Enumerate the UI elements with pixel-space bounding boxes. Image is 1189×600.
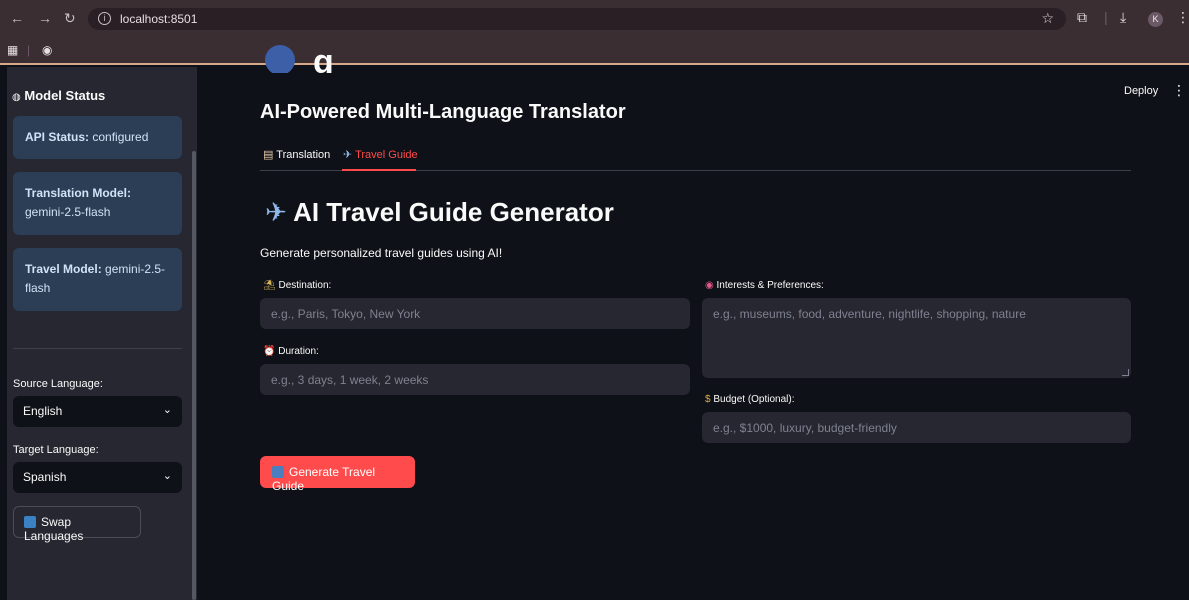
app-title-fragment: g bbox=[313, 45, 334, 73]
site-info-icon[interactable]: i bbox=[98, 12, 111, 25]
interests-placeholder: e.g., museums, food, adventure, nightlif… bbox=[713, 307, 1026, 321]
destination-input[interactable]: e.g., Paris, Tokyo, New York bbox=[260, 298, 690, 329]
app-subtitle: AI-Powered Multi-Language Translator bbox=[260, 101, 626, 123]
address-url: localhost:8501 bbox=[120, 12, 198, 26]
globe-logo-icon bbox=[265, 45, 295, 73]
island-icon: ⛱ bbox=[263, 280, 276, 291]
forward-icon[interactable]: → bbox=[38, 10, 52, 26]
generate-travel-guide-button[interactable]: Generate Travel Guide bbox=[260, 456, 415, 493]
money-bag-icon: $ bbox=[705, 394, 711, 405]
budget-label-row: $ Budget (Optional): bbox=[705, 394, 795, 405]
target-language-label: Target Language: bbox=[13, 444, 99, 456]
reload-icon[interactable]: ↻ bbox=[64, 10, 76, 27]
globe-icon[interactable]: ◉ bbox=[42, 43, 52, 57]
tab-active-indicator bbox=[342, 169, 416, 171]
swap-icon bbox=[24, 516, 36, 528]
duration-placeholder: e.g., 3 days, 1 week, 2 weeks bbox=[271, 373, 429, 387]
target-language-select[interactable]: Spanish ⌄ bbox=[13, 462, 182, 493]
alarm-clock-icon: ⏰ bbox=[263, 346, 276, 357]
api-status-card: API Status: configured bbox=[13, 116, 182, 159]
extensions-icon[interactable]: ⧉ bbox=[1077, 9, 1087, 26]
sidebar-divider bbox=[13, 348, 182, 349]
airplane-icon: ✈ bbox=[265, 197, 287, 227]
interests-label: Interests & Preferences: bbox=[716, 280, 824, 291]
tab-travel-guide-label: Travel Guide bbox=[355, 149, 418, 161]
travel-guide-lead: Generate personalized travel guides usin… bbox=[260, 246, 503, 260]
api-status-label: API Status: bbox=[25, 130, 90, 144]
budget-label: Budget (Optional): bbox=[713, 394, 795, 405]
download-icon[interactable]: ⤓ bbox=[1120, 9, 1126, 26]
back-icon[interactable]: ← bbox=[10, 10, 24, 26]
browser-toolbar: ← → ↻ i localhost:8501 ☆ ⧉ | ⤓ K ⋮ bbox=[0, 0, 1189, 37]
memo-icon: ▤ bbox=[263, 149, 274, 161]
source-language-value: English bbox=[23, 404, 63, 418]
bookmarks-bar: ▦ | ◉ bbox=[0, 37, 1189, 65]
address-bar[interactable]: i localhost:8501 ☆ bbox=[88, 8, 1066, 30]
duration-label: Duration: bbox=[278, 346, 319, 357]
swap-languages-button[interactable]: Swap Languages bbox=[13, 506, 141, 543]
target-language-value: Spanish bbox=[23, 470, 67, 484]
profile-avatar[interactable]: K bbox=[1148, 12, 1163, 27]
robot-icon: ◍ bbox=[12, 92, 21, 103]
airplane-icon: ✈ bbox=[343, 149, 353, 161]
target-icon: ◉ bbox=[705, 280, 714, 291]
map-icon bbox=[272, 466, 284, 478]
interests-textarea[interactable]: e.g., museums, food, adventure, nightlif… bbox=[702, 298, 1131, 378]
tab-translation[interactable]: ▤ Translation bbox=[263, 148, 330, 161]
duration-label-row: ⏰ Duration: bbox=[263, 346, 319, 357]
translation-model-label: Translation Model: bbox=[25, 186, 132, 200]
browser-menu-icon[interactable]: ⋮ bbox=[1176, 9, 1189, 26]
deploy-button[interactable]: Deploy bbox=[1124, 85, 1158, 97]
tab-travel-guide[interactable]: ✈ Travel Guide bbox=[343, 148, 418, 161]
model-status-title: Model Status bbox=[24, 88, 106, 103]
destination-label-row: ⛱ Destination: bbox=[263, 280, 331, 291]
toolbar-divider: | bbox=[1104, 9, 1108, 25]
destination-placeholder: e.g., Paris, Tokyo, New York bbox=[271, 307, 421, 321]
travel-model-card: Travel Model: gemini-2.5-flash bbox=[13, 248, 182, 311]
chevron-down-icon: ⌄ bbox=[162, 404, 172, 416]
interests-label-row: ◉ Interests & Preferences: bbox=[705, 280, 824, 291]
app-title-cutoff: g bbox=[265, 45, 515, 73]
api-status-value: configured bbox=[92, 130, 149, 144]
chevron-down-icon: ⌄ bbox=[162, 470, 172, 482]
duration-input[interactable]: e.g., 3 days, 1 week, 2 weeks bbox=[260, 364, 690, 395]
model-status-heading: ◍ Model Status bbox=[12, 88, 105, 103]
travel-guide-heading-text: AI Travel Guide Generator bbox=[293, 197, 614, 227]
budget-placeholder: e.g., $1000, luxury, budget-friendly bbox=[713, 421, 897, 435]
bookmarks-divider: | bbox=[27, 43, 31, 57]
apps-grid-icon[interactable]: ▦ bbox=[7, 43, 18, 57]
budget-input[interactable]: e.g., $1000, luxury, budget-friendly bbox=[702, 412, 1131, 443]
travel-model-label: Travel Model: bbox=[25, 262, 102, 276]
travel-guide-heading: ✈ AI Travel Guide Generator bbox=[265, 197, 614, 228]
source-language-label: Source Language: bbox=[13, 378, 103, 390]
main-menu-icon[interactable]: ⋮ bbox=[1172, 82, 1186, 99]
destination-label: Destination: bbox=[278, 280, 332, 291]
translation-model-card: Translation Model: gemini-2.5-flash bbox=[13, 172, 182, 235]
bookmark-star-icon[interactable]: ☆ bbox=[1041, 10, 1054, 27]
scrollbar-thumb[interactable] bbox=[192, 151, 196, 600]
translation-model-value: gemini-2.5-flash bbox=[25, 205, 111, 219]
source-language-select[interactable]: English ⌄ bbox=[13, 396, 182, 427]
tab-translation-label: Translation bbox=[276, 149, 331, 161]
